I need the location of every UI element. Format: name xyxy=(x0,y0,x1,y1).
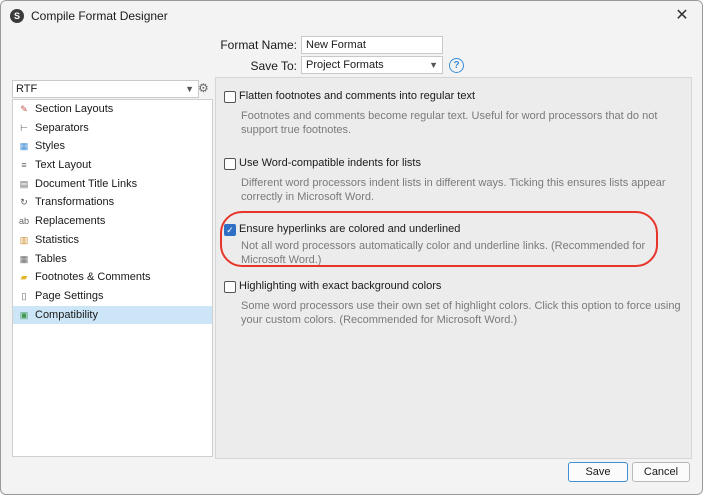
sidebar-item-text-layout[interactable]: ≡ Text Layout xyxy=(13,156,212,175)
option-checkbox[interactable] xyxy=(224,91,236,103)
sidebar-item-replacements[interactable]: ab Replacements xyxy=(13,212,212,231)
sidebar-item-label: Styles xyxy=(35,140,65,153)
page-settings-icon: ▯ xyxy=(21,290,27,301)
chevron-down-icon: ▼ xyxy=(185,84,194,94)
chevron-down-icon: ▼ xyxy=(429,60,438,70)
option-description: Footnotes and comments become regular te… xyxy=(241,110,658,136)
text-layout-icon: ≡ xyxy=(21,160,27,171)
title-bar: S Compile Format Designer ✕ xyxy=(1,1,702,31)
styles-icon: ▦ xyxy=(19,141,29,152)
save-to-select[interactable]: Project Formats ▼ xyxy=(301,56,443,74)
sidebar-item-page-settings[interactable]: ▯ Page Settings xyxy=(13,287,212,306)
tables-icon: ▦ xyxy=(19,253,29,264)
sidebar-item-tables[interactable]: ▦ Tables xyxy=(13,250,212,269)
option-checkbox[interactable] xyxy=(224,158,236,170)
pane-list: ✎ Section Layouts ⊢ Separators ▦ Styles ≡ Text … xyxy=(12,99,213,457)
compatibility-options-panel: Flatten footnotes and comments into regu… xyxy=(215,77,692,459)
close-icon[interactable]: ✕ xyxy=(672,6,692,26)
sidebar-item-footnotes-comments[interactable]: ▰ Footnotes & Comments xyxy=(13,268,212,287)
sidebar-item-label: Tables xyxy=(35,252,67,265)
option-checkbox[interactable] xyxy=(224,281,236,293)
sidebar-item-label: Section Layouts xyxy=(35,103,114,115)
compile-format-designer-window: S Compile Format Designer ✕ Format Name:… xyxy=(0,0,703,495)
option-description: Some word processors use their own set o… xyxy=(241,300,681,326)
window-title: Compile Format Designer xyxy=(31,9,168,23)
sidebar-item-styles[interactable]: ▦ Styles xyxy=(13,137,212,156)
save-to-value: Project Formats xyxy=(306,59,384,71)
format-name-input[interactable]: New Format xyxy=(301,36,443,54)
option-label[interactable]: Flatten footnotes and comments into regu… xyxy=(239,90,475,102)
compatibility-icon: ▣ xyxy=(19,309,29,320)
sidebar-item-label: Statistics xyxy=(35,233,80,246)
statistics-icon: ▥ xyxy=(19,234,29,245)
sidebar-item-section-layouts[interactable]: ✎ Section Layouts xyxy=(13,100,212,119)
option-description: Different word processors indent lists i… xyxy=(241,177,666,203)
format-name-label: Format Name: xyxy=(220,38,297,52)
cancel-button[interactable]: Cancel xyxy=(632,462,690,482)
sidebar-item-statistics[interactable]: ▥ Statistics xyxy=(13,231,212,250)
option-label[interactable]: Highlighting with exact background color… xyxy=(239,280,441,292)
section-layouts-icon: ✎ xyxy=(20,104,28,114)
sidebar-item-label: Document Title Links xyxy=(35,177,138,190)
left-panel: RTF ▼ ⚙ ✎ Section Layouts ⊢ Separators ▦ Styl… xyxy=(12,80,213,457)
save-button[interactable]: Save xyxy=(568,462,628,482)
document-title-links-icon: ▤ xyxy=(19,178,29,189)
scrivener-app-icon: S xyxy=(10,9,24,23)
sidebar-item-label: Text Layout xyxy=(35,159,92,172)
help-icon[interactable]: ? xyxy=(449,58,464,73)
sidebar-item-label: Compatibility xyxy=(35,308,98,321)
output-format-select[interactable]: RTF ▼ xyxy=(12,80,199,98)
annotation-highlight-ring xyxy=(220,211,658,267)
gear-icon[interactable]: ⚙ xyxy=(198,81,209,95)
sidebar-item-separators[interactable]: ⊢ Separators xyxy=(13,119,212,138)
footnotes-comments-icon: ▰ xyxy=(20,272,28,283)
sidebar-item-transformations[interactable]: ↻ Transformations xyxy=(13,193,212,212)
sidebar-item-compatibility[interactable]: ▣ Compatibility xyxy=(13,305,212,325)
sidebar-item-label: Page Settings xyxy=(35,289,104,302)
replacements-icon: ab xyxy=(18,216,29,227)
sidebar-item-document-title-links[interactable]: ▤ Document Title Links xyxy=(13,175,212,194)
sidebar-item-label: Footnotes & Comments xyxy=(35,271,151,284)
sidebar-item-label: Transformations xyxy=(35,196,115,209)
sidebar-item-label: Separators xyxy=(35,121,89,134)
separators-icon: ⊢ xyxy=(20,122,28,133)
sidebar-item-label: Replacements xyxy=(35,215,106,228)
transformations-icon: ↻ xyxy=(20,197,28,208)
save-to-label: Save To: xyxy=(250,59,297,73)
output-format-value: RTF xyxy=(16,83,38,95)
option-label[interactable]: Use Word-compatible indents for lists xyxy=(239,157,421,169)
